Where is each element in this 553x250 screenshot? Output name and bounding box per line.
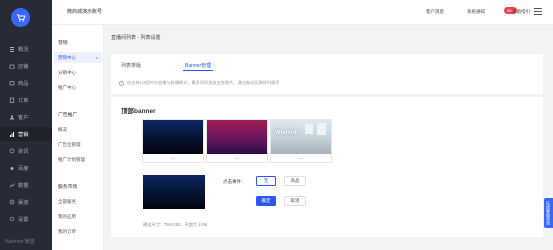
overview-icon bbox=[9, 46, 15, 52]
banner-thumb-2[interactable]: ... bbox=[206, 119, 268, 163]
nav-item-label: 渠道 bbox=[18, 199, 29, 206]
goods-icon bbox=[9, 80, 15, 86]
confirm-button[interactable]: 确定 bbox=[256, 196, 276, 206]
order-icon bbox=[9, 97, 15, 103]
photo-window bbox=[305, 124, 313, 134]
banner-thumb-1[interactable]: ... bbox=[142, 119, 204, 163]
nav-item-label: 设置 bbox=[18, 216, 29, 223]
banner-caption: ... bbox=[170, 155, 176, 161]
marketing-icon bbox=[9, 131, 15, 137]
data-icon bbox=[9, 182, 15, 188]
baidu-icon bbox=[9, 165, 15, 171]
selected-banner-preview[interactable] bbox=[143, 175, 205, 209]
nav-item[interactable]: 设置 bbox=[0, 212, 52, 226]
tab-list-layout[interactable]: 列表排版 bbox=[121, 62, 141, 69]
banner-caption: ... bbox=[298, 155, 304, 161]
photo-window bbox=[317, 123, 326, 135]
sub-item-promo-plans[interactable]: 推广计划管理 bbox=[54, 154, 102, 165]
sub-item-label: 全部服务 bbox=[58, 198, 76, 204]
tip-text: i 仅支持1:2图片在轮播与轮播模式，最多同时投放五张图片，通过拖动切换排列顺序 bbox=[119, 80, 279, 86]
sub-item-label: 营销中心 bbox=[58, 54, 76, 60]
nav-item[interactable]: 营销 bbox=[0, 127, 52, 141]
nav-item-label: 客户 bbox=[18, 114, 29, 121]
cancel-button[interactable]: 取消 bbox=[284, 196, 306, 206]
logo[interactable] bbox=[11, 8, 30, 27]
sub-item-distribution[interactable]: 分销中心 bbox=[54, 67, 102, 78]
help-guide-link[interactable]: 帮助指引 bbox=[512, 9, 530, 15]
banner-caption: ... bbox=[234, 155, 240, 161]
nav-item[interactable]: 渠道 bbox=[0, 195, 52, 209]
nav-item-label: 资讯 bbox=[18, 148, 29, 155]
banner-image bbox=[143, 120, 203, 154]
sub-item-label: 推广中心 bbox=[58, 84, 76, 90]
tab-banner-management[interactable]: Banner管理 bbox=[185, 62, 211, 69]
sub-item-ad-slots[interactable]: 广告位管理 bbox=[54, 139, 102, 150]
tip-label: 仅支持1:2图片在轮播与轮播模式，最多同时投放五张图片，通过拖动切换排列顺序 bbox=[127, 80, 280, 85]
app: 概况 店铺 商品 订单 客户 营销 资讯 百度 数据 渠道 设置 Weimob 微盟 微商城演示账号… bbox=[0, 0, 553, 250]
size-hint: 建议尺寸：750×250，不超大于2M bbox=[143, 222, 208, 227]
sub-sidebar: 营销 营销中心 ▸ 分销中心 推广中心 广告推广 概况 广告位管理 推广计划管理… bbox=[52, 25, 104, 250]
sub-heading-ads: 广告推广 bbox=[58, 113, 78, 118]
sub-item-my-apps[interactable]: 我的应用 bbox=[54, 211, 102, 222]
store-name: 微商城演示账号 bbox=[67, 9, 103, 15]
top-bar: 微商城演示账号 客户消息 系统通知 99+ 帮助指引 bbox=[52, 0, 553, 25]
online-service-button[interactable]: 在线客服咨询 bbox=[544, 198, 553, 228]
nav-item[interactable]: 店铺 bbox=[0, 59, 52, 73]
chevron-right-icon: ▸ bbox=[95, 55, 98, 60]
weimob-footer-logo: Weimob 微盟 bbox=[5, 239, 35, 245]
system-notice-link[interactable]: 系统通知 bbox=[467, 9, 485, 15]
breadcrumb: 直播间列表 · 列表设置 bbox=[111, 35, 161, 41]
settings-icon bbox=[9, 216, 15, 222]
sub-item-ads-overview[interactable]: 概况 bbox=[54, 124, 102, 135]
nav-item-label: 订单 bbox=[18, 97, 29, 104]
sub-item-label: 分销中心 bbox=[58, 69, 76, 75]
banner-card: 顶部banner ... ... Weimob ... 点击事件： 无 商品 确… bbox=[111, 97, 543, 237]
sub-item-marketing-center[interactable]: 营销中心 ▸ bbox=[54, 52, 102, 63]
option-none-button[interactable]: 无 bbox=[256, 176, 276, 186]
sub-item-promotion[interactable]: 推广中心 bbox=[54, 82, 102, 93]
tabs-panel: 列表排版 Banner管理 i 仅支持1:2图片在轮播与轮播模式，最多同时投放五… bbox=[111, 54, 543, 94]
nav-item[interactable]: 客户 bbox=[0, 110, 52, 124]
nav-item[interactable]: 数据 bbox=[0, 178, 52, 192]
store-icon bbox=[9, 63, 15, 69]
nav-item[interactable]: 商品 bbox=[0, 76, 52, 90]
main-nav: 概况店铺商品订单客户营销资讯百度数据渠道设置 Weimob 微盟 bbox=[0, 0, 52, 250]
nav-item-label: 百度 bbox=[18, 165, 29, 172]
customer-icon bbox=[9, 114, 15, 120]
hamburger-menu-icon[interactable] bbox=[534, 8, 542, 15]
customer-message-link[interactable]: 客户消息 bbox=[426, 9, 444, 15]
channel-icon bbox=[9, 199, 15, 205]
banner-image: Weimob bbox=[271, 120, 331, 154]
sub-item-label: 我的订单 bbox=[58, 228, 76, 234]
news-icon bbox=[9, 148, 15, 154]
nav-item-label: 概况 bbox=[18, 46, 29, 53]
nav-item[interactable]: 订单 bbox=[0, 93, 52, 107]
sub-item-label: 广告位管理 bbox=[58, 141, 81, 147]
nav-item-label: 商品 bbox=[18, 80, 29, 87]
sub-item-my-orders[interactable]: 我的订单 bbox=[54, 226, 102, 237]
nav-item-label: 数据 bbox=[18, 182, 29, 189]
sub-item-label: 概况 bbox=[58, 126, 67, 132]
nav-item[interactable]: 百度 bbox=[0, 161, 52, 175]
sub-item-label: 推广计划管理 bbox=[58, 156, 85, 162]
nav-item[interactable]: 资讯 bbox=[0, 144, 52, 158]
nav-item[interactable]: 概况 bbox=[0, 42, 52, 56]
active-tab-indicator bbox=[183, 70, 213, 71]
nav-item-label: 营销 bbox=[18, 131, 29, 138]
banner-thumb-3[interactable]: Weimob ... bbox=[270, 119, 332, 163]
sub-heading-service-market: 服务市场 bbox=[58, 185, 78, 190]
weimob-watermark: Weimob bbox=[275, 130, 299, 136]
info-icon: i bbox=[119, 80, 124, 86]
sub-item-label: 我的应用 bbox=[58, 213, 76, 219]
sub-item-all-services[interactable]: 全部服务 bbox=[54, 196, 102, 207]
option-product-button[interactable]: 商品 bbox=[284, 176, 306, 186]
click-event-label: 点击事件： bbox=[223, 179, 246, 184]
cart-logo-icon bbox=[16, 14, 26, 22]
nav-item-label: 店铺 bbox=[18, 63, 29, 70]
banner-section-title: 顶部banner bbox=[121, 108, 156, 115]
banner-image bbox=[207, 120, 267, 154]
sub-heading-marketing: 营销 bbox=[58, 41, 68, 46]
